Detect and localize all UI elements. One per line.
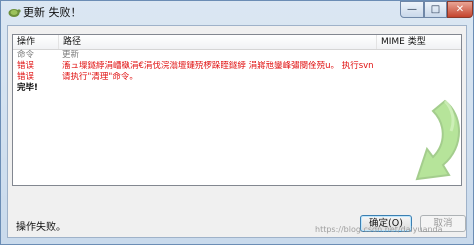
row-path: 滀ュ壈鐩綍涓嶆槸涓€涓伐浣滃壇鏈殑椤跺眰鐩綍 涓嶈兘鑾峰彇閿佺殑u。 执行svn… xyxy=(62,61,374,71)
minimize-button[interactable]: — xyxy=(400,1,424,18)
row-operation: 错误 xyxy=(17,61,35,71)
row-path: 请执行"清理"命令。 xyxy=(62,72,138,82)
list-header: 操作 路径 MIME 类型 xyxy=(13,35,461,50)
column-header-mime[interactable]: MIME 类型 xyxy=(377,35,461,49)
close-button[interactable]: ✕ xyxy=(447,1,473,18)
list-row-error[interactable]: 错误 滀ュ壈鐩綍涓嶆槸涓€涓伐浣滃壇鏈殑椤跺眰鐩綍 涓嶈兘鑾峰彇閿佺殑u。 执行… xyxy=(13,61,461,72)
results-list[interactable]: 操作 路径 MIME 类型 命令 更新 错误 滀ュ壈鐩綍涓嶆槸涓€涓伐浣滃壇鏈殑… xyxy=(12,34,462,186)
status-message: 操作失败。 xyxy=(16,222,66,233)
maximize-button[interactable]: □ xyxy=(424,1,447,18)
row-operation: 完毕! xyxy=(17,83,38,93)
window-title: 更新 失败！ xyxy=(23,6,82,19)
row-operation: 命令 xyxy=(17,50,35,60)
dialog-client-area: 操作 路径 MIME 类型 命令 更新 错误 滀ュ壈鐩綍涓嶆槸涓€涓伐浣滃壇鏈殑… xyxy=(7,25,467,238)
green-update-arrow-icon xyxy=(415,99,460,181)
watermark: https://blog.csdn.net/daiyuanda xyxy=(315,225,443,234)
row-operation: 错误 xyxy=(17,72,35,82)
tortoise-svn-icon xyxy=(8,9,21,17)
column-header-path[interactable]: 路径 xyxy=(59,35,377,49)
row-path: 更新 xyxy=(62,50,80,60)
titlebar[interactable]: 更新 失败！ — □ ✕ xyxy=(1,1,473,23)
update-dialog-window: 更新 失败！ — □ ✕ 操作 路径 MIME 类型 命令 更新 错误 滀ュ壈鐩… xyxy=(0,0,474,245)
list-row-command[interactable]: 命令 更新 xyxy=(13,50,461,61)
column-header-operation[interactable]: 操作 xyxy=(13,35,59,49)
